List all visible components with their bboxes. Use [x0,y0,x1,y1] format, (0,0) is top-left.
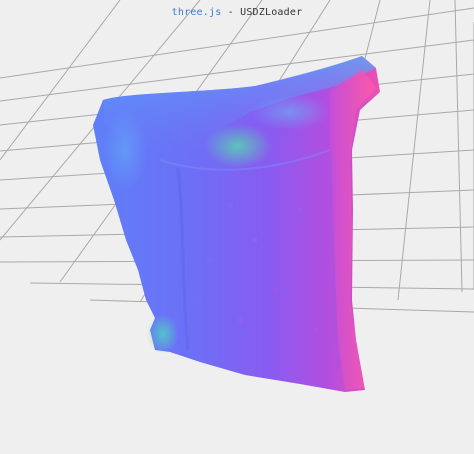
model-bump [207,257,213,263]
model-green-patch [204,124,272,168]
model-bump [237,317,243,323]
bag-model[interactable] [93,56,380,392]
model-bump [312,327,318,333]
model-cyan-patch-left [103,110,147,190]
model-bump [297,207,303,213]
model-bump [252,237,258,243]
example-title: USDZLoader [240,7,303,18]
model-cyan-patch [250,94,330,130]
header-separator: - [221,7,241,18]
model-bump [227,202,233,208]
render-canvas[interactable] [0,0,474,454]
model-bump [198,298,202,302]
model-bump [272,287,278,293]
model-green-patch-lower [147,314,179,354]
three-viewport[interactable]: three.js - USDZLoader [0,0,474,454]
threejs-link[interactable]: three.js [172,7,222,18]
info-header: three.js - USDZLoader [0,7,474,18]
